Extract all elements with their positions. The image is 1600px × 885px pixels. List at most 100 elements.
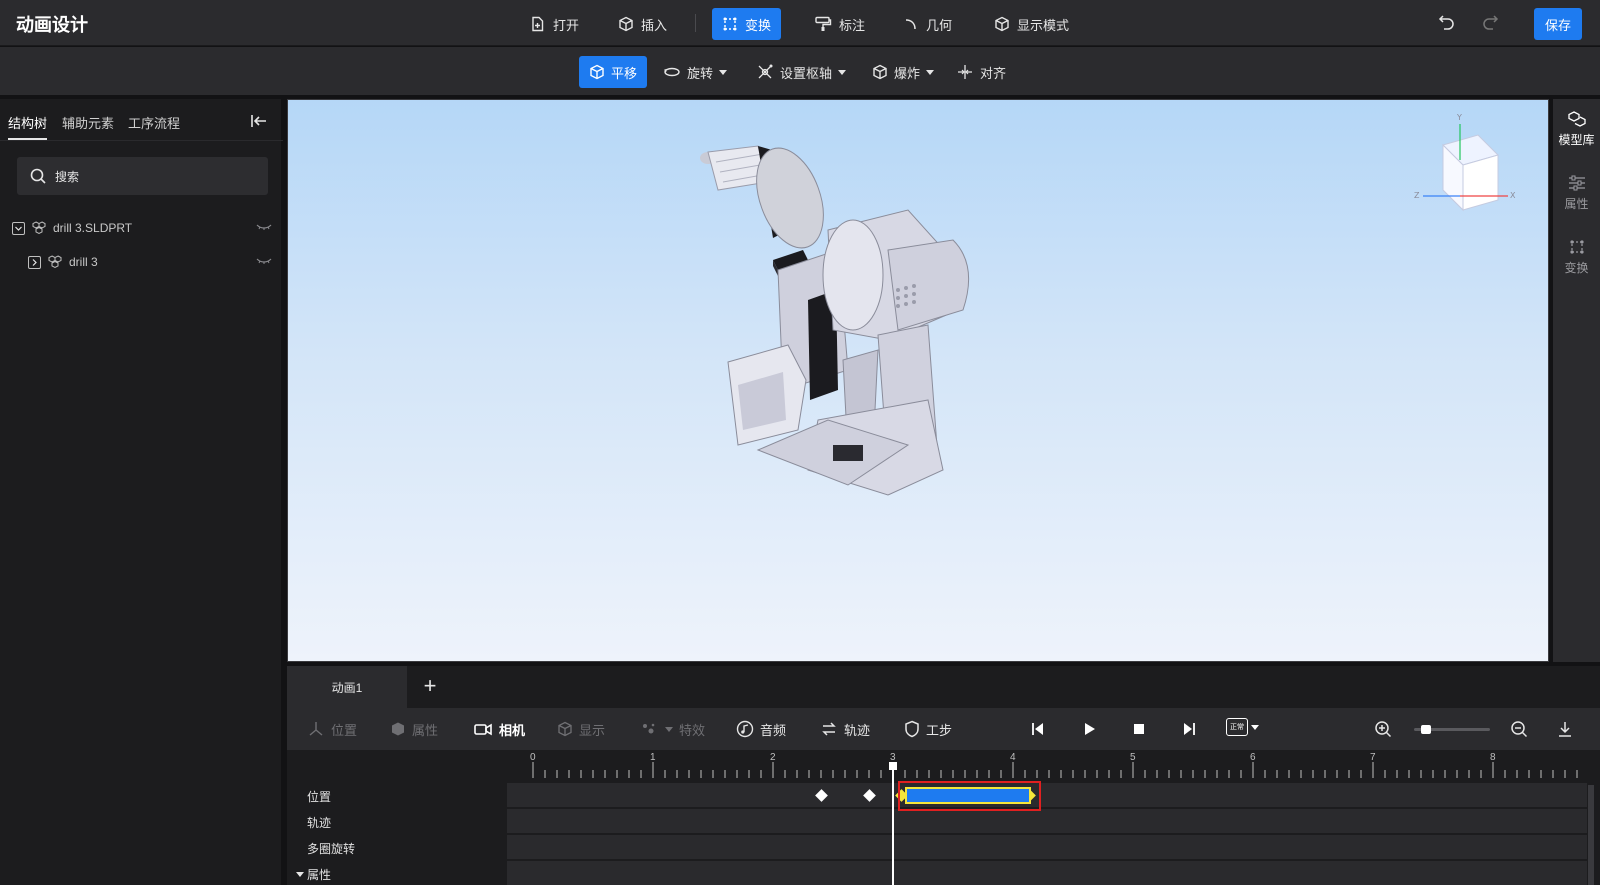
- animation-tabs-bar: [287, 666, 1600, 708]
- track-label-position: 位置: [307, 790, 332, 804]
- zoom-slider-thumb[interactable]: [1420, 725, 1431, 734]
- group-properties-label: 属性: [307, 868, 332, 882]
- timeline-scrollbar[interactable]: [1588, 785, 1594, 885]
- tab-aux-elements[interactable]: 辅助元素: [62, 113, 114, 138]
- svg-text:Y: Y: [1456, 113, 1462, 122]
- collapse-panel-icon[interactable]: [250, 112, 268, 130]
- track-multi-rotation[interactable]: [507, 835, 1587, 859]
- time-ruler[interactable]: [507, 750, 1587, 780]
- playhead[interactable]: [892, 762, 894, 885]
- save-button[interactable]: 保存: [1534, 8, 1582, 40]
- tree-item-child[interactable]: drill 3: [28, 250, 98, 274]
- display-mode-button[interactable]: 显示模式: [984, 8, 1079, 40]
- tab-structure-tree[interactable]: 结构树: [8, 113, 48, 140]
- chevron-down-icon: [1251, 724, 1259, 730]
- paint-roller-icon: [814, 16, 832, 32]
- translate-button[interactable]: 平移: [579, 56, 648, 88]
- cube-insert-icon: [618, 16, 634, 32]
- transform-icon: [722, 16, 738, 32]
- step-forward-icon[interactable]: [1180, 720, 1198, 738]
- view-cube[interactable]: Y X Z: [1414, 113, 1516, 212]
- transform-panel-button[interactable]: 变换: [1553, 238, 1600, 276]
- music-note-icon: [736, 720, 754, 738]
- chevron-down-icon: [665, 726, 673, 732]
- keyframe-segment[interactable]: [905, 787, 1031, 804]
- search-input[interactable]: 搜索: [17, 157, 268, 195]
- toolbar-divider: [695, 14, 696, 32]
- arc-icon: [903, 16, 919, 32]
- explode-button[interactable]: 爆炸: [862, 56, 944, 88]
- zoom-in-icon[interactable]: [1374, 720, 1392, 738]
- drill-model[interactable]: Y X Z: [288, 100, 1549, 662]
- download-icon[interactable]: [1556, 720, 1574, 738]
- model-library-button[interactable]: 模型库: [1553, 110, 1600, 148]
- track-position[interactable]: [507, 783, 1587, 807]
- audio-label: 音频: [760, 722, 787, 738]
- model-library-label: 模型库: [1558, 133, 1595, 147]
- add-animation-button[interactable]: +: [418, 674, 442, 698]
- property-button[interactable]: 属性: [390, 716, 438, 742]
- tab-process-flow[interactable]: 工序流程: [128, 113, 180, 138]
- camera-label: 相机: [499, 722, 526, 738]
- rotate-icon: [663, 64, 681, 80]
- hidden-eye-icon[interactable]: [256, 222, 272, 232]
- step-back-icon[interactable]: [1029, 720, 1047, 738]
- trajectory-button[interactable]: 轨迹: [820, 716, 870, 742]
- insert-button[interactable]: 插入: [608, 8, 677, 40]
- shield-icon: [904, 720, 920, 738]
- 3d-viewport[interactable]: Y X Z: [287, 99, 1549, 662]
- playhead-handle[interactable]: [889, 762, 897, 770]
- sliders-icon: [1567, 174, 1587, 192]
- annotate-button[interactable]: 标注: [804, 8, 875, 40]
- zoom-out-icon[interactable]: [1510, 720, 1528, 738]
- playback-speed-button[interactable]: 正常: [1226, 718, 1259, 736]
- properties-button[interactable]: 属性: [1553, 174, 1600, 212]
- tab-animation-1[interactable]: 动画1: [287, 666, 407, 708]
- position-label: 位置: [331, 722, 358, 738]
- chevron-down-icon: [838, 69, 847, 75]
- align-button[interactable]: 对齐: [946, 56, 1016, 88]
- chevron-down-icon[interactable]: [12, 221, 25, 235]
- tick-label: 0: [530, 752, 536, 763]
- tick-label: 7: [1370, 752, 1376, 763]
- trajectory-label: 轨迹: [844, 722, 871, 738]
- hidden-eye-icon[interactable]: [256, 256, 272, 266]
- drill-chuck[interactable]: [700, 139, 836, 257]
- set-pivot-label: 设置枢轴: [780, 65, 833, 81]
- chevron-right-icon[interactable]: [28, 255, 41, 269]
- transform-icon: [1568, 238, 1586, 256]
- assembly-icon: [47, 255, 63, 269]
- undo-icon[interactable]: [1437, 12, 1457, 32]
- rotate-button[interactable]: 旋转: [653, 56, 737, 88]
- svg-text:X: X: [1510, 191, 1516, 200]
- open-button[interactable]: 打开: [520, 8, 589, 40]
- camera-button[interactable]: 相机: [473, 716, 525, 742]
- tick-label: 4: [1010, 752, 1016, 763]
- speed-badge: 正常: [1226, 718, 1248, 736]
- geometry-button[interactable]: 几何: [893, 8, 962, 40]
- set-pivot-button[interactable]: 设置枢轴: [746, 56, 856, 88]
- property-label: 属性: [412, 722, 439, 738]
- geometry-label: 几何: [926, 17, 953, 33]
- effects-button[interactable]: 特效: [641, 716, 705, 742]
- tree-item-label: drill 3: [69, 255, 98, 269]
- search-placeholder: 搜索: [55, 169, 80, 184]
- transform-button[interactable]: 变换: [712, 8, 782, 40]
- translate-cube-icon: [589, 64, 605, 80]
- position-button[interactable]: 位置: [307, 716, 357, 742]
- play-icon[interactable]: [1080, 720, 1098, 738]
- chevron-down-icon: [296, 872, 304, 877]
- tree-item-root[interactable]: drill 3.SLDPRT: [12, 216, 132, 240]
- track-trajectory[interactable]: [507, 809, 1587, 833]
- top-bar: [0, 0, 1600, 46]
- step-button[interactable]: 工步: [904, 716, 952, 742]
- ruler-ticks: [532, 762, 1578, 778]
- track-properties[interactable]: [507, 861, 1587, 885]
- stop-icon[interactable]: [1130, 720, 1148, 738]
- tick-label: 1: [650, 752, 656, 763]
- group-properties[interactable]: 属性: [296, 866, 331, 883]
- redo-icon[interactable]: [1480, 12, 1500, 32]
- audio-button[interactable]: 音频: [736, 716, 786, 742]
- display-mode-label: 显示模式: [1017, 17, 1070, 33]
- display-button[interactable]: 显示: [557, 716, 605, 742]
